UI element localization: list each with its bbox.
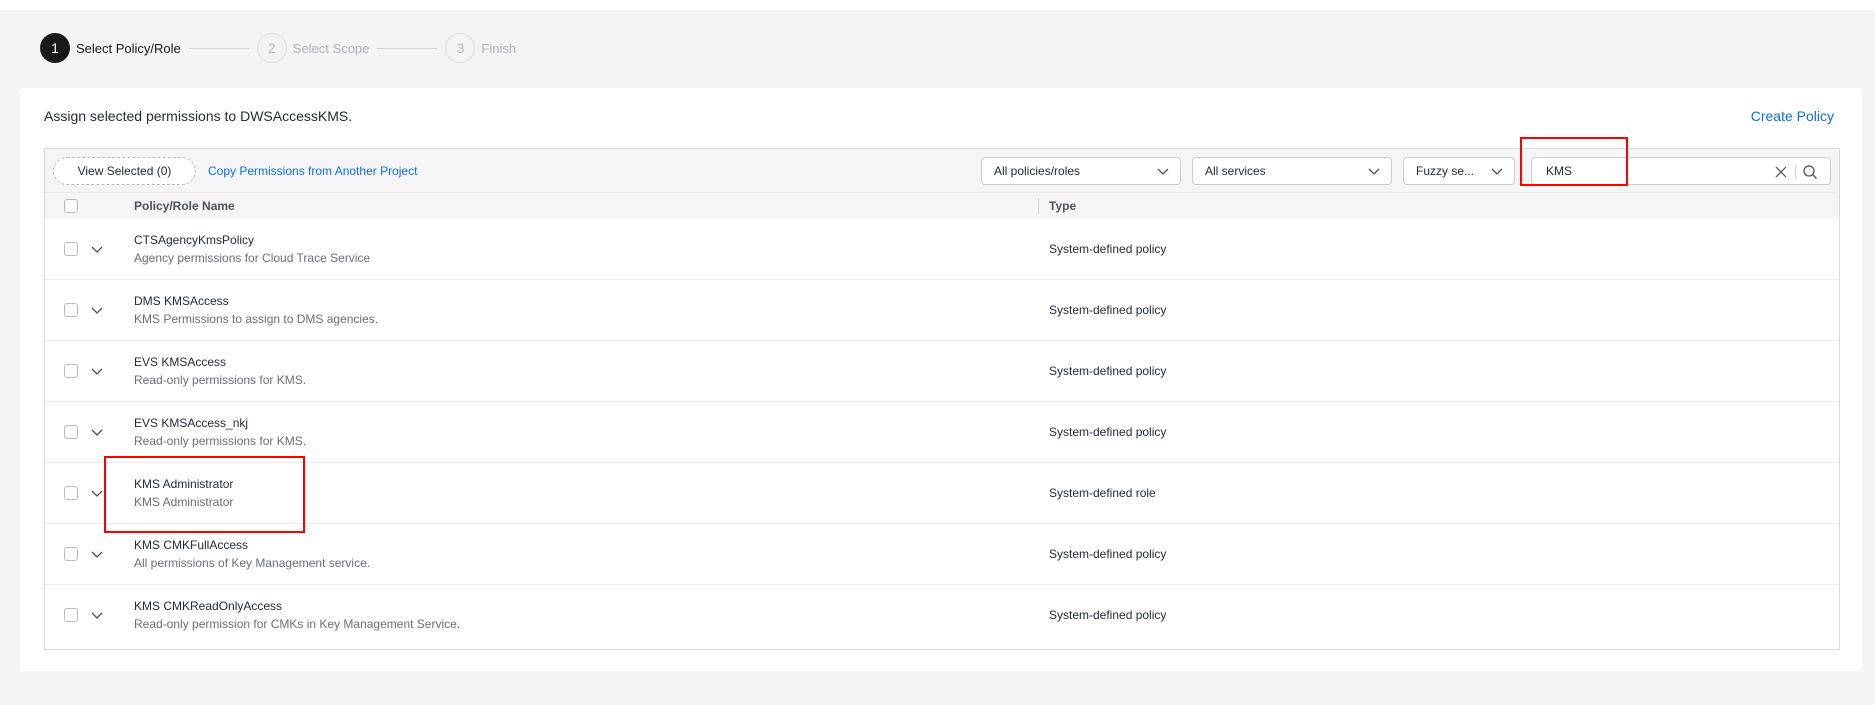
policy-description: Read-only permissions for KMS. (134, 434, 307, 448)
table-row: EVS KMSAccess Read-only permissions for … (45, 341, 1839, 402)
column-header-name: Policy/Role Name (134, 199, 235, 213)
table-row: EVS KMSAccess_nkj Read-only permissions … (45, 402, 1839, 463)
policy-description: Read-only permissions for KMS. (134, 373, 307, 387)
table-header: Policy/Role Name Type (45, 193, 1839, 219)
table-row: DMS KMSAccess KMS Permissions to assign … (45, 280, 1839, 341)
row-checkbox[interactable] (64, 303, 78, 317)
policy-description: Agency permissions for Cloud Trace Servi… (134, 251, 371, 265)
step-label: Select Scope (292, 40, 370, 56)
search-divider (1795, 165, 1796, 179)
policy-type-select[interactable]: All policies/roles (981, 157, 1181, 185)
chevron-down-icon[interactable] (89, 546, 105, 562)
policy-name: EVS KMSAccess (134, 355, 227, 369)
step-connector (377, 47, 438, 49)
search-mode-select[interactable]: Fuzzy se... (1403, 157, 1515, 185)
search-input[interactable] (1544, 163, 1768, 179)
step-label: Finish (481, 40, 517, 56)
policy-description: KMS Administrator (134, 495, 234, 509)
row-checkbox[interactable] (64, 547, 78, 561)
clear-icon[interactable] (1774, 165, 1788, 179)
policy-type: System-defined policy (1049, 547, 1167, 561)
step-label: Select Policy/Role (76, 40, 181, 56)
step-number: 2 (256, 33, 287, 63)
policy-type: System-defined policy (1049, 364, 1167, 378)
policy-type: System-defined policy (1049, 608, 1167, 622)
chevron-down-icon (1157, 168, 1169, 175)
policy-name: KMS CMKFullAccess (134, 538, 249, 552)
policy-description: Read-only permission for CMKs in Key Man… (134, 617, 461, 631)
wizard-steps: 1 Select Policy/Role 2 Select Scope 3 Fi… (40, 33, 516, 63)
policy-name: DMS KMSAccess (134, 294, 229, 308)
policy-type: System-defined role (1049, 486, 1156, 500)
policy-description: KMS Permissions to assign to DMS agencie… (134, 312, 379, 326)
policy-description: All permissions of Key Management servic… (134, 556, 371, 570)
policy-name: KMS Administrator (134, 477, 234, 491)
policy-table: View Selected (0) Copy Permissions from … (44, 148, 1840, 650)
step-finish: 3 Finish (445, 33, 516, 63)
select-value: All policies/roles (994, 164, 1081, 178)
policy-type: System-defined policy (1049, 303, 1167, 317)
step-connector (188, 47, 249, 49)
column-header-type: Type (1049, 199, 1077, 213)
chevron-down-icon[interactable] (89, 363, 105, 379)
row-checkbox[interactable] (64, 242, 78, 256)
chevron-down-icon (1491, 168, 1503, 175)
service-select[interactable]: All services (1192, 157, 1392, 185)
search-icon[interactable] (1802, 164, 1818, 180)
policy-name: CTSAgencyKmsPolicy (134, 233, 255, 247)
step-number: 1 (40, 33, 70, 63)
select-value: All services (1205, 164, 1266, 178)
search-box (1531, 157, 1831, 185)
table-row: KMS CMKFullAccess All permissions of Key… (45, 524, 1839, 585)
row-checkbox[interactable] (64, 364, 78, 378)
select-value: Fuzzy se... (1416, 164, 1475, 178)
table-toolbar: View Selected (0) Copy Permissions from … (45, 149, 1839, 193)
policy-name: KMS CMKReadOnlyAccess (134, 599, 283, 613)
row-checkbox[interactable] (64, 425, 78, 439)
step-number: 3 (445, 33, 476, 63)
chevron-down-icon[interactable] (89, 424, 105, 440)
copy-permissions-link[interactable]: Copy Permissions from Another Project (208, 164, 417, 178)
table-row: KMS CMKReadOnlyAccess Read-only permissi… (45, 585, 1839, 646)
create-policy-link[interactable]: Create Policy (1751, 108, 1834, 124)
policy-type: System-defined policy (1049, 425, 1167, 439)
select-all-checkbox[interactable] (64, 199, 78, 213)
chevron-down-icon[interactable] (89, 302, 105, 318)
policy-type: System-defined policy (1049, 242, 1167, 256)
assign-description: Assign selected permissions to DWSAccess… (44, 108, 353, 124)
table-row: CTSAgencyKmsPolicy Agency permissions fo… (45, 219, 1839, 280)
chevron-down-icon[interactable] (89, 607, 105, 623)
view-selected-button[interactable]: View Selected (0) (53, 157, 196, 185)
chevron-down-icon[interactable] (89, 241, 105, 257)
step-select-scope: 2 Select Scope (256, 33, 370, 63)
chevron-down-icon (1368, 168, 1380, 175)
step-select-policy: 1 Select Policy/Role (40, 33, 181, 63)
row-checkbox[interactable] (64, 608, 78, 622)
column-divider (1038, 198, 1039, 214)
permissions-card: Assign selected permissions to DWSAccess… (20, 88, 1862, 671)
row-checkbox[interactable] (64, 486, 78, 500)
table-row: KMS Administrator KMS Administrator Syst… (45, 463, 1839, 524)
policy-name: EVS KMSAccess_nkj (134, 416, 249, 430)
chevron-down-icon[interactable] (89, 485, 105, 501)
